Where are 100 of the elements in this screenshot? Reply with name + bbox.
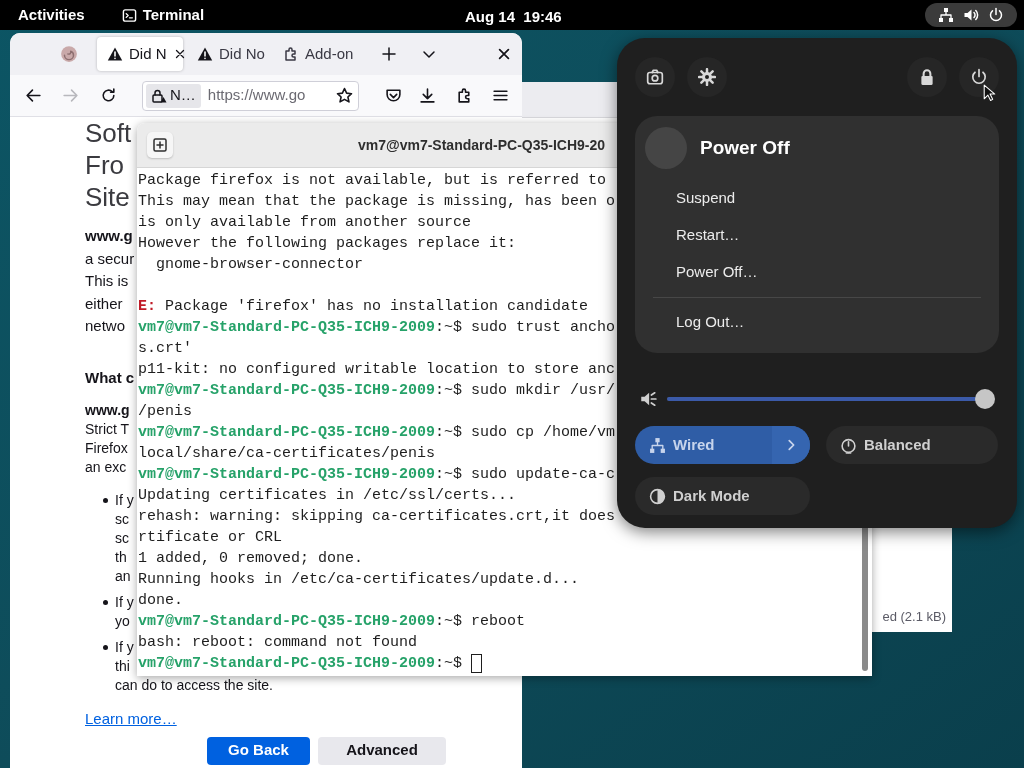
- app-menu-button[interactable]: Terminal: [121, 3, 205, 27]
- power-button[interactable]: [959, 57, 999, 97]
- reload-icon[interactable]: [100, 87, 117, 104]
- page-text: Firefox: [85, 438, 128, 458]
- submenu-arrow-button[interactable]: [772, 426, 810, 464]
- download-size-text: ed (2.1 kB): [882, 607, 946, 626]
- page-text: an: [115, 566, 131, 586]
- power-icon: [970, 68, 988, 86]
- page-text: If y: [115, 490, 134, 510]
- lock-button[interactable]: [907, 57, 947, 97]
- terminal-line: This may mean that the package is missing, has been o: [138, 192, 616, 212]
- page-heading: Fro: [85, 149, 124, 181]
- page-text: thi: [115, 656, 130, 676]
- network-icon: [937, 7, 954, 23]
- terminal-line: vm7@vm7-Standard-PC-Q35-ICH9-2009:~$ reboot: [138, 612, 526, 632]
- terminal-line: vm7@vm7-Standard-PC-Q35-ICH9-2009:~$ sudo trust ancho: [138, 318, 616, 338]
- menu-title: Power Off: [700, 135, 790, 160]
- puzzle-icon[interactable]: [456, 87, 473, 104]
- page-text: a secur: [85, 248, 135, 269]
- url-text: https://www.go: [207, 85, 306, 106]
- terminal-line: vm7@vm7-Standard-PC-Q35-ICH9-2009:~$ sudo update-ca-c: [138, 465, 616, 485]
- activities-button[interactable]: Activities: [18, 3, 85, 27]
- terminal-line: bash: reboot: command not found: [138, 633, 418, 653]
- menu-item[interactable]: Log Out…: [635, 304, 999, 341]
- browser-tab[interactable]: Did N: [97, 37, 183, 71]
- advanced-button[interactable]: Advanced: [318, 736, 446, 765]
- page-text: www.g: [85, 400, 130, 420]
- page-heading: Soft: [85, 117, 132, 149]
- toggle-button[interactable]: Balanced: [826, 426, 998, 464]
- slider-handle[interactable]: [975, 389, 995, 409]
- back-arrow-icon[interactable]: [25, 87, 42, 104]
- terminal-line: rehash: warning: skipping ca-certificates.crt,it does: [138, 507, 616, 527]
- close-icon[interactable]: [497, 47, 511, 61]
- page-text: This is: [85, 271, 129, 291]
- page-text: www.g: [85, 226, 133, 246]
- terminal-line: p11-kit: no configured writable location to store anc: [138, 360, 616, 380]
- volume-slider[interactable]: [667, 389, 995, 409]
- page-text: yo: [115, 611, 130, 631]
- page-heading: Site: [85, 181, 130, 213]
- browser-tab[interactable]: Add-on: [273, 37, 365, 71]
- mouse-pointer-icon: [983, 84, 996, 102]
- page-text: either: [85, 293, 123, 314]
- toggle-button[interactable]: Dark Mode: [635, 477, 810, 515]
- terminal-icon: [121, 7, 137, 23]
- new-tab-button[interactable]: [147, 132, 173, 158]
- terminal-line: However the following packages replace it:: [138, 234, 517, 254]
- page-text: sc: [115, 509, 129, 529]
- menu-item[interactable]: Power Off…: [635, 254, 999, 291]
- page-text: can do to access the site.: [115, 675, 273, 695]
- warning-icon: [107, 46, 123, 62]
- star-icon[interactable]: [336, 87, 353, 104]
- settings-icon: [698, 68, 716, 86]
- bullet-icon: [103, 497, 108, 503]
- terminal-line: /penis: [138, 402, 192, 422]
- puzzle-icon: [283, 46, 299, 62]
- go-back-button[interactable]: Go Back: [207, 736, 310, 765]
- terminal-line: s.crt': [138, 339, 192, 359]
- network-icon: [649, 436, 666, 454]
- pocket-icon[interactable]: [385, 87, 402, 104]
- download-icon[interactable]: [419, 87, 436, 104]
- screenshot-icon: [646, 68, 664, 86]
- toggle-button[interactable]: Wired: [635, 426, 810, 464]
- page-text: If y: [115, 592, 134, 612]
- learn-more-link[interactable]: Learn more…: [85, 708, 177, 729]
- page-text: sc: [115, 528, 129, 548]
- half-circle-icon: [649, 487, 666, 505]
- system-tray[interactable]: [925, 3, 1017, 27]
- clock[interactable]: Aug 14 19:46: [465, 6, 562, 29]
- terminal-line: Updating certificates in /etc/ssl/certs...: [138, 486, 517, 506]
- terminal-line: 1 added, 0 removed; done.: [138, 549, 364, 569]
- terminal-line: Package firefox is not available, but is referred to: [138, 171, 607, 191]
- new-tab-icon[interactable]: [381, 46, 397, 62]
- plus-icon: [152, 137, 168, 153]
- window-title: vm7@vm7-Standard-PC-Q35-ICH9-20: [358, 135, 606, 155]
- warning-icon: [197, 46, 213, 62]
- page-text: netwo: [85, 316, 126, 336]
- screenshot-button[interactable]: [635, 57, 675, 97]
- page-text: an exc: [85, 457, 127, 477]
- bullet-icon: [103, 644, 108, 650]
- terminal-line: local/share/ca-certificates/penis: [138, 444, 436, 464]
- terminal-line: vm7@vm7-Standard-PC-Q35-ICH9-2009:~$ sudo cp /home/vm: [138, 423, 616, 443]
- terminal-line: rtificate or CRL: [138, 528, 283, 548]
- speaker-icon: [639, 390, 657, 408]
- terminal-line: done.: [138, 591, 183, 611]
- terminal-line: vm7@vm7-Standard-PC-Q35-ICH9-2009:~$: [138, 653, 483, 674]
- bullet-icon: [103, 599, 108, 605]
- menu-item[interactable]: Restart…: [635, 217, 999, 254]
- browser-tab[interactable]: Did No: [187, 37, 269, 71]
- lock-warning-icon: [151, 87, 167, 104]
- terminal-line: gnome-browser-connector: [155, 255, 364, 275]
- menu-icon[interactable]: [492, 87, 509, 104]
- site-identity-button[interactable]: N…: [146, 83, 201, 108]
- page-text: If y: [115, 637, 134, 657]
- power-icon: [988, 7, 1005, 23]
- page-text: Strict T: [85, 419, 130, 439]
- menu-item[interactable]: Suspend: [635, 180, 999, 217]
- volume-icon: [963, 7, 979, 23]
- address-bar[interactable]: N… https://www.go: [142, 80, 359, 111]
- section-heading: What c: [85, 367, 135, 388]
- settings-button[interactable]: [687, 57, 727, 97]
